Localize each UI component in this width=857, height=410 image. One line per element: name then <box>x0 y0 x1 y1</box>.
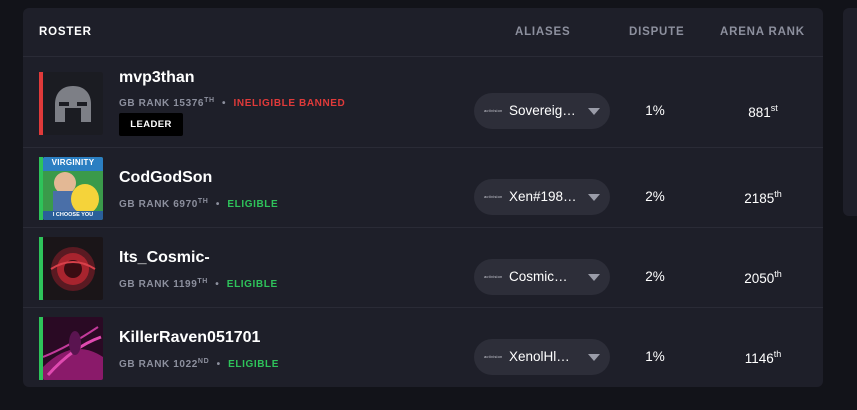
roster-row-codgodson: VIRGINITY I CHOOSE YOU CodGodSon GB RANK… <box>23 147 823 227</box>
alias-selected-value: Sovereig… <box>509 103 576 118</box>
gb-rank-suffix: TH <box>197 278 208 285</box>
aliases-column-header: ALIASES <box>515 26 571 38</box>
roster-row-mvp3than: mvp3than GB RANK 15376TH • INELIGIBLE BA… <box>23 56 823 136</box>
gb-rank-label: GB RANK <box>119 359 170 370</box>
activision-logo-icon: activision <box>484 194 503 199</box>
arena-rank-number: 2185 <box>744 191 775 206</box>
activision-logo-icon: activision <box>484 108 503 113</box>
activision-logo-icon: activision <box>484 354 503 359</box>
alias-selected-value: Xen#198… <box>509 189 577 204</box>
dispute-value: 1% <box>645 103 665 118</box>
roster-panel: ROSTER ALIASES DISPUTE ARENA RANK mvp3th… <box>23 8 823 387</box>
gb-rank-value: 6970 <box>173 199 198 210</box>
gb-rank-value: 1199 <box>173 279 198 290</box>
arena-rank-value: 2185th <box>723 189 803 206</box>
arena-rank-value: 1146th <box>723 349 803 366</box>
eligibility-status: ELIGIBLE <box>228 359 280 370</box>
avatar-cosmic-image <box>43 237 103 300</box>
arena-rank-number: 1146 <box>744 351 774 366</box>
chevron-down-icon <box>588 274 600 281</box>
player-meta: GB RANK 15376TH • INELIGIBLE BANNED <box>119 97 345 109</box>
arena-rank-suffix: th <box>773 349 782 359</box>
arena-rank-suffix: th <box>774 189 782 199</box>
eligibility-status: INELIGIBLE BANNED <box>233 98 346 109</box>
roster-header: ROSTER ALIASES DISPUTE ARENA RANK <box>23 8 823 56</box>
separator-dot: • <box>215 279 220 290</box>
player-meta: GB RANK 6970TH • ELIGIBLE <box>119 198 278 210</box>
arena-rank-column-header: ARENA RANK <box>720 26 805 38</box>
eligibility-status: ELIGIBLE <box>227 199 279 210</box>
alias-selected-value: XenolHl… <box>509 349 570 364</box>
player-meta: GB RANK 1022ND • ELIGIBLE <box>119 358 279 370</box>
avatar-caption-bottom: I CHOOSE YOU <box>52 212 94 218</box>
spartan-helmet-icon <box>43 72 103 135</box>
avatar-mvp3than[interactable] <box>43 72 103 135</box>
gb-rank-value: 15376 <box>173 98 205 109</box>
side-panel <box>843 8 857 216</box>
leader-badge: LEADER <box>119 113 183 136</box>
arena-rank-suffix: st <box>770 103 778 113</box>
dispute-column-header: DISPUTE <box>629 26 685 38</box>
alias-selected-value: Cosmic… <box>509 269 568 284</box>
gb-rank-suffix: TH <box>204 97 215 104</box>
alias-dropdown[interactable]: activision XenolHl… <box>474 339 610 375</box>
roster-title: ROSTER <box>39 26 92 38</box>
arena-rank-suffix: th <box>774 269 782 279</box>
alias-dropdown[interactable]: activision Xen#198… <box>474 179 610 215</box>
activision-logo-icon: activision <box>484 274 503 279</box>
player-name[interactable]: mvp3than <box>119 69 195 87</box>
avatar-abstract-image <box>43 317 103 380</box>
chevron-down-icon <box>588 108 600 115</box>
avatar-caption-top: VIRGINITY <box>51 158 95 167</box>
gb-rank-label: GB RANK <box>119 199 170 210</box>
eligibility-status: ELIGIBLE <box>226 279 278 290</box>
gb-rank-value: 1022 <box>173 359 198 370</box>
roster-row-killerraven051701: KillerRaven051701 GB RANK 1022ND • ELIGI… <box>23 307 823 387</box>
chevron-down-icon <box>588 354 600 361</box>
player-meta: GB RANK 1199TH • ELIGIBLE <box>119 278 278 290</box>
chevron-down-icon <box>588 194 600 201</box>
dispute-value: 2% <box>645 269 665 284</box>
separator-dot: • <box>215 199 220 210</box>
avatar-codgodson[interactable]: VIRGINITY I CHOOSE YOU <box>43 157 103 220</box>
separator-dot: • <box>216 359 221 370</box>
arena-rank-number: 2050 <box>744 271 775 286</box>
dispute-value: 1% <box>645 349 665 364</box>
avatar-its-cosmic[interactable] <box>43 237 103 300</box>
avatar-killerraven051701[interactable] <box>43 317 103 380</box>
player-name[interactable]: Its_Cosmic- <box>119 249 210 267</box>
separator-dot: • <box>222 98 227 109</box>
gb-rank-label: GB RANK <box>119 279 170 290</box>
arena-rank-value: 2050th <box>723 269 803 286</box>
dispute-value: 2% <box>645 189 665 204</box>
gb-rank-suffix: ND <box>197 358 210 365</box>
player-name[interactable]: CodGodSon <box>119 169 212 187</box>
gb-rank-suffix: TH <box>197 198 209 205</box>
player-name[interactable]: KillerRaven051701 <box>119 329 260 347</box>
gb-rank-label: GB RANK <box>119 98 170 109</box>
roster-row-its-cosmic: Its_Cosmic- GB RANK 1199TH • ELIGIBLE ac… <box>23 227 823 307</box>
arena-rank-number: 881 <box>748 105 771 120</box>
arena-rank-value: 881st <box>723 103 803 120</box>
alias-dropdown[interactable]: activision Cosmic… <box>474 259 610 295</box>
alias-dropdown[interactable]: activision Sovereig… <box>474 93 610 129</box>
